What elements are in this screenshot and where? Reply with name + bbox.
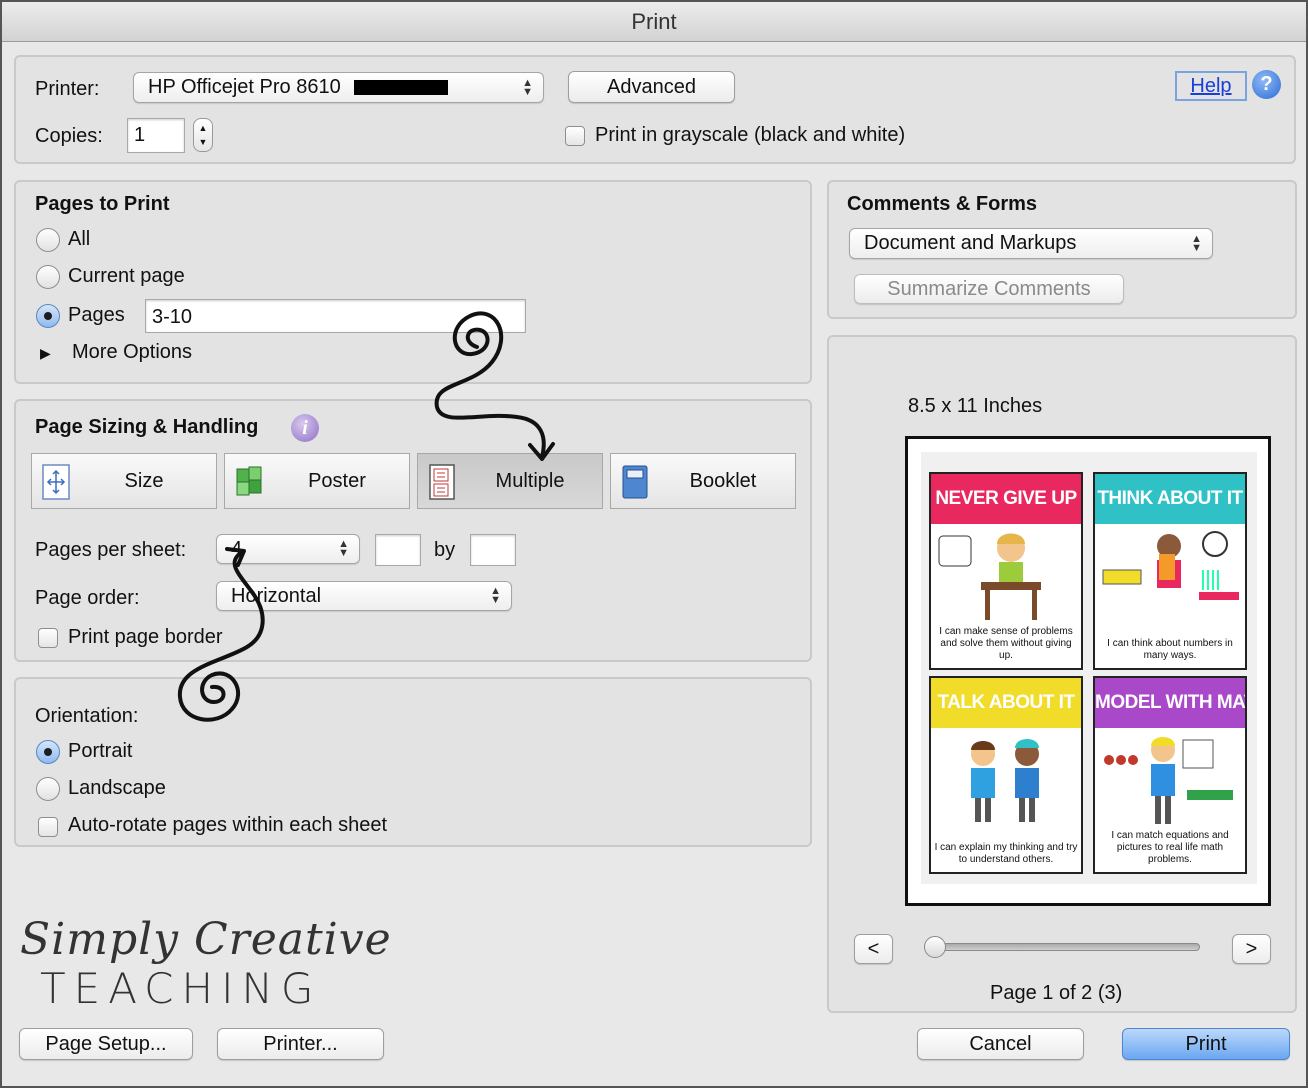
orientation-title: Orientation: [35,705,139,727]
grayscale-checkbox[interactable] [565,126,585,146]
logo-script-line: Simply Creative [20,914,392,965]
by-label: by [434,539,456,561]
preview-page-3-caption: I can explain my thinking and try to und… [934,842,1078,865]
tab-booklet-label: Booklet [689,470,757,492]
advanced-button[interactable]: Advanced [568,71,735,103]
auto-rotate-checkbox[interactable] [38,817,58,837]
tab-booklet[interactable]: Booklet [610,453,796,509]
radio-portrait[interactable] [36,740,60,764]
student-model-illustration [1104,737,1233,824]
radio-landscape-label: Landscape [68,777,166,799]
preview-page-1-caption: I can make sense of problems and solve t… [939,626,1073,661]
students-talking-illustration [971,739,1039,822]
printer-select[interactable]: HP Officejet Pro 8610 ▲ ▼ [133,72,544,103]
pages-per-sheet-label: Pages per sheet: [35,539,187,561]
preview-page-4-caption: I can match equations and pictures to re… [1111,830,1229,865]
redacted-mark [354,80,449,96]
page-order-label: Page order: [35,587,140,609]
preview-sheet: NEVER GIVE UP I can make sense of proble… [921,452,1257,884]
page-slider-track[interactable] [930,943,1200,951]
simply-creative-teaching-logo: Simply Creative TEACHING [20,914,391,1014]
poster-icon [236,466,262,496]
swirl-arrow-bottom [177,547,265,722]
copies-field[interactable]: 1 [127,118,185,153]
help-icon[interactable]: ? [1252,70,1281,99]
copies-label: Copies: [35,125,103,147]
grayscale-label: Print in grayscale (black and white) [595,124,906,146]
comments-forms-title: Comments & Forms [847,193,1038,215]
swirl-arrow-top [434,311,555,461]
page-sizing-title: Page Sizing & Handling [35,416,259,438]
radio-current-page[interactable] [36,265,60,289]
print-button[interactable]: Print [1122,1028,1290,1060]
tab-poster[interactable]: Poster [224,453,410,509]
size-icon [42,464,70,500]
print-dialog: Print Printer: HP Officejet Pro 8610 ▲ ▼ … [0,0,1308,1088]
tab-poster-label: Poster [308,470,366,492]
radio-landscape[interactable] [36,777,60,801]
printer-select-value: HP Officejet Pro 8610 [148,76,341,98]
chevron-updown-icon: ▲ ▼ [1191,232,1202,254]
chevron-updown-icon: ▲ ▼ [338,538,349,559]
summarize-comments-button[interactable]: Summarize Comments [854,274,1124,304]
auto-rotate-label: Auto-rotate pages within each sheet [68,814,388,836]
printer-label: Printer: [35,78,100,100]
radio-portrait-label: Portrait [68,740,133,762]
pages-to-print-title: Pages to Print [35,193,170,215]
page-setup-button[interactable]: Page Setup... [19,1028,193,1060]
radio-all[interactable] [36,228,60,252]
student-desk-illustration [938,533,1041,620]
preview-page-2-caption: I can think about numbers in many ways. [1107,638,1233,661]
preview-page-1-header: NEVER GIVE UP [931,474,1081,524]
pages-range-value: 3-10 [152,306,193,328]
comments-forms-select[interactable]: Document and Markups ▲ ▼ [849,228,1213,259]
student-numbers-illustration [1102,531,1239,600]
page-slider-knob[interactable] [924,936,946,958]
custom-rows-field[interactable] [470,534,516,566]
radio-current-page-label: Current page [68,265,185,287]
radio-pages-label: Pages [68,304,125,326]
preview-page-4-header: MODEL WITH MATH [1095,678,1245,728]
booklet-icon [622,465,648,499]
logo-caps-line: TEACHING [40,964,322,1013]
help-link[interactable]: Help [1175,71,1247,101]
preview-frame: NEVER GIVE UP I can make sense of proble… [905,436,1271,906]
paper-size-label: 8.5 x 11 Inches [908,395,1043,417]
custom-columns-field[interactable] [375,534,421,566]
prev-page-button[interactable]: < [854,934,893,964]
page-status: Page 1 of 2 (3) [990,982,1123,1004]
radio-all-label: All [68,228,91,250]
radio-pages[interactable] [36,304,60,328]
preview-page-4: MODEL WITH MATH I can match equations an… [1093,676,1247,874]
chevron-updown-icon: ▲ ▼ [522,76,533,98]
tab-multiple-label: Multiple [495,470,565,492]
more-options-label[interactable]: More Options [72,341,192,364]
next-page-button[interactable]: > [1232,934,1271,964]
preview-page-2-header: THINK ABOUT IT [1095,474,1245,524]
tab-size[interactable]: Size [31,453,217,509]
comments-forms-value: Document and Markups [864,232,1077,254]
preview-page-2: THINK ABOUT IT I can think about numbers… [1093,472,1247,670]
window-title: Print [2,2,1306,42]
copies-value: 1 [134,124,146,146]
chevron-updown-icon: ▲ ▼ [490,585,501,606]
printer-button[interactable]: Printer... [217,1028,384,1060]
cancel-button[interactable]: Cancel [917,1028,1084,1060]
copies-stepper[interactable]: ▲ ▼ [193,118,213,152]
info-icon[interactable]: i [291,414,319,442]
tab-size-label: Size [124,470,164,492]
disclosure-triangle-icon[interactable]: ▶ [40,345,51,362]
print-border-checkbox[interactable] [38,628,58,648]
preview-page-1: NEVER GIVE UP I can make sense of proble… [929,472,1083,670]
preview-page-3: TALK ABOUT IT I can explain my thinking … [929,676,1083,874]
preview-page-3-header: TALK ABOUT IT [931,678,1081,728]
